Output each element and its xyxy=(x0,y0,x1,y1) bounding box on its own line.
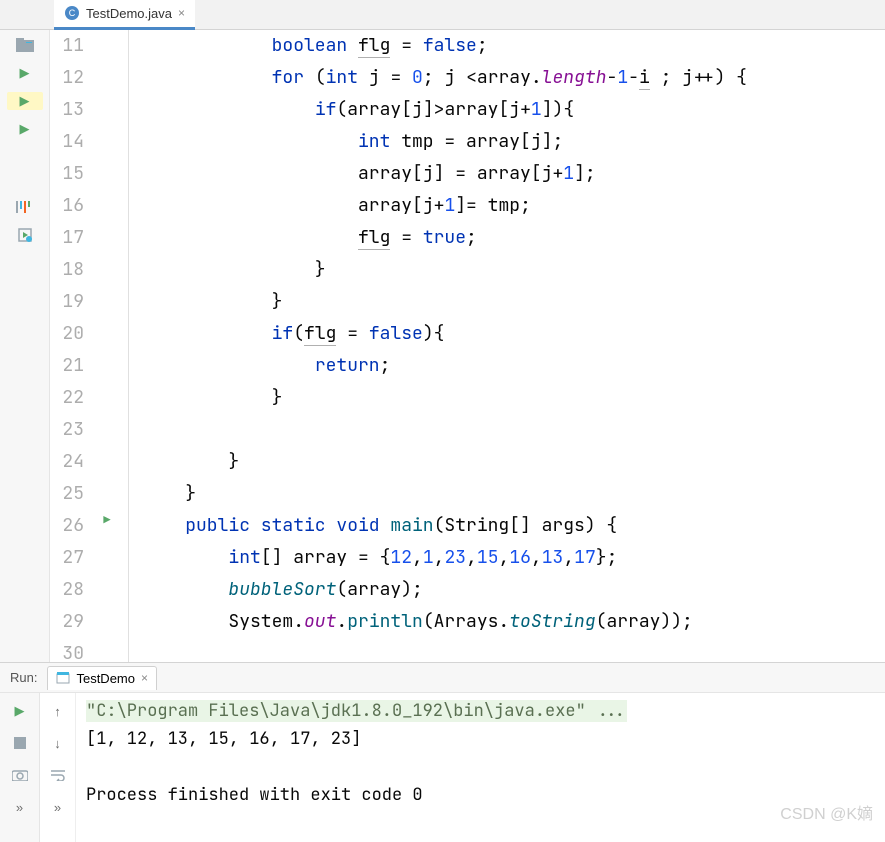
line-number: 25 xyxy=(50,478,84,510)
line-number: 16 xyxy=(50,190,84,222)
camera-icon[interactable] xyxy=(10,765,30,785)
run-gutter-highlight-icon[interactable]: ▶ xyxy=(7,92,43,110)
code-line[interactable] xyxy=(142,638,885,662)
editor-tab-label: TestDemo.java xyxy=(86,6,172,21)
down-arrow-icon[interactable]: ↓ xyxy=(48,733,68,753)
run-panel-header: Run: TestDemo × xyxy=(0,663,885,693)
line-number: 12 xyxy=(50,62,84,94)
line-number: 26 xyxy=(50,510,84,542)
line-number: 22 xyxy=(50,382,84,414)
line-number: 21 xyxy=(50,350,84,382)
services-tool-icon[interactable] xyxy=(14,226,36,244)
code-line[interactable]: } xyxy=(142,446,885,478)
code-line[interactable]: flg = true; xyxy=(142,222,885,254)
line-number: 11 xyxy=(50,30,84,62)
code-line[interactable]: for (int j = 0; j <array.length-1-i ; j+… xyxy=(142,62,885,94)
code-line[interactable]: array[j] = array[j+1]; xyxy=(142,158,885,190)
code-line[interactable]: } xyxy=(142,254,885,286)
code-editor[interactable]: 1112131415161718192021222324252627282930… xyxy=(50,30,885,662)
run-gutter-play-icon[interactable]: ▶ xyxy=(14,64,36,82)
run-config-icon xyxy=(56,671,70,685)
close-icon[interactable]: × xyxy=(141,671,148,685)
run-toolbar-primary: ▶ » xyxy=(0,693,40,842)
run-config-name: TestDemo xyxy=(76,671,135,686)
run-panel-title: Run: xyxy=(10,670,37,685)
run-toolbar-secondary: ↑ ↓ » xyxy=(40,693,76,842)
code-line[interactable]: boolean flg = false; xyxy=(142,30,885,62)
up-arrow-icon[interactable]: ↑ xyxy=(48,701,68,721)
gutter-marks: ▶ xyxy=(94,30,120,662)
editor-tab[interactable]: C TestDemo.java × xyxy=(54,0,195,30)
java-class-icon: C xyxy=(64,5,80,21)
line-number: 29 xyxy=(50,606,84,638)
run-gutter-play-icon-2[interactable]: ▶ xyxy=(14,120,36,138)
run-configuration-tab[interactable]: TestDemo × xyxy=(47,666,157,690)
line-number: 24 xyxy=(50,446,84,478)
code-line[interactable]: return; xyxy=(142,350,885,382)
line-number: 17 xyxy=(50,222,84,254)
line-number: 30 xyxy=(50,638,84,662)
expand-icon[interactable]: » xyxy=(10,797,30,817)
code-line[interactable]: public static void main(String[] args) { xyxy=(142,510,885,542)
stop-icon[interactable] xyxy=(10,733,30,753)
line-number: 27 xyxy=(50,542,84,574)
soft-wrap-icon[interactable] xyxy=(48,765,68,785)
code-line[interactable]: System.out.println(Arrays.toString(array… xyxy=(142,606,885,638)
console-exit-line: Process finished with exit code 0 xyxy=(86,781,875,809)
console-stdout-line: [1, 12, 13, 15, 16, 17, 23] xyxy=(86,725,875,753)
close-icon[interactable]: × xyxy=(178,6,185,20)
code-line[interactable]: array[j+1]= tmp; xyxy=(142,190,885,222)
line-number: 23 xyxy=(50,414,84,446)
run-panel: Run: TestDemo × ▶ » ↑ ↓ » "C:\Program Fi… xyxy=(0,662,885,842)
line-number: 15 xyxy=(50,158,84,190)
structure-tool-icon[interactable] xyxy=(14,198,36,216)
console-output[interactable]: "C:\Program Files\Java\jdk1.8.0_192\bin\… xyxy=(76,693,885,842)
line-number: 14 xyxy=(50,126,84,158)
code-line[interactable]: bubbleSort(array); xyxy=(142,574,885,606)
line-number: 19 xyxy=(50,286,84,318)
code-line[interactable]: int[] array = {12,1,23,15,16,13,17}; xyxy=(142,542,885,574)
line-number: 20 xyxy=(50,318,84,350)
svg-text:C: C xyxy=(69,8,76,18)
run-line-marker-icon[interactable]: ▶ xyxy=(103,504,110,536)
code-line[interactable] xyxy=(142,414,885,446)
line-number: 13 xyxy=(50,94,84,126)
code-line[interactable]: int tmp = array[j]; xyxy=(142,126,885,158)
project-tool-icon[interactable] xyxy=(14,36,36,54)
tab-bar: C TestDemo.java × xyxy=(0,0,885,30)
code-content[interactable]: boolean flg = false; for (int j = 0; j <… xyxy=(142,30,885,662)
line-number-gutter: 1112131415161718192021222324252627282930 xyxy=(50,30,94,662)
console-command-line: "C:\Program Files\Java\jdk1.8.0_192\bin\… xyxy=(86,700,627,722)
code-line[interactable]: if(array[j]>array[j+1]){ xyxy=(142,94,885,126)
rerun-icon[interactable]: ▶ xyxy=(10,701,30,721)
tool-window-bar: ▶ ▶ ▶ xyxy=(0,30,50,662)
line-number: 28 xyxy=(50,574,84,606)
expand-icon[interactable]: » xyxy=(48,797,68,817)
code-line[interactable]: } xyxy=(142,286,885,318)
code-line[interactable]: } xyxy=(142,478,885,510)
line-number: 18 xyxy=(50,254,84,286)
fold-column[interactable] xyxy=(120,30,142,662)
code-line[interactable]: if(flg = false){ xyxy=(142,318,885,350)
code-line[interactable]: } xyxy=(142,382,885,414)
